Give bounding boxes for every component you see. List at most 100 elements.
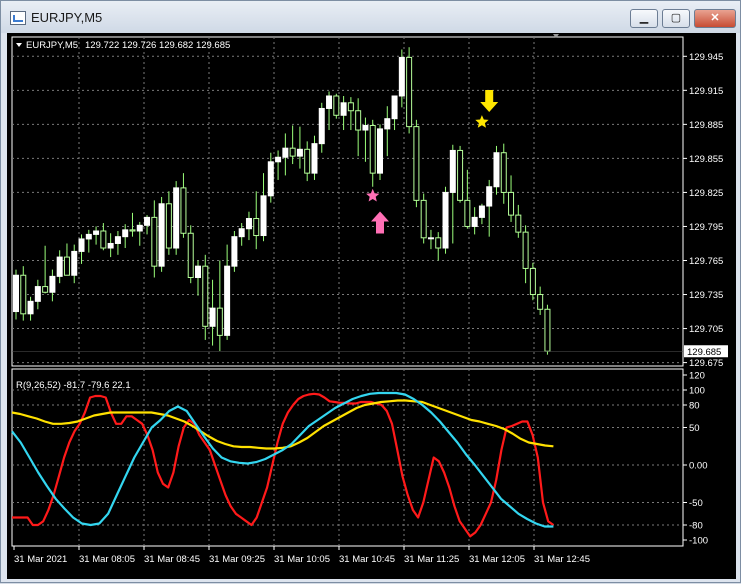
- bull-candle-body: [245, 218, 252, 230]
- indicator-tick-label: 80: [689, 401, 700, 412]
- bear-candle-body: [129, 229, 136, 232]
- bull-candle-body: [34, 286, 41, 302]
- bear-candle-body: [180, 187, 187, 234]
- bear-candle-body: [347, 102, 354, 112]
- chart-window: EURJPY,M5 ▁ ▢ ✕ 129.945 129.915 129.885 129…: [0, 0, 741, 583]
- indicator-tick-label: 120: [689, 371, 705, 382]
- bull-candle-body: [442, 191, 449, 249]
- bull-candle-body: [231, 236, 238, 267]
- bull-candle-body: [85, 233, 92, 240]
- time-tick-label: 31 Mar 12:05: [469, 554, 525, 565]
- bear-candle-body: [464, 199, 471, 227]
- time-tick-label: 31 Mar 10:45: [339, 554, 395, 565]
- candle: [369, 119, 376, 187]
- candle: [93, 226, 100, 245]
- candle: [71, 244, 78, 284]
- candle: [253, 191, 260, 250]
- candle: [493, 145, 500, 195]
- title-bar[interactable]: EURJPY,M5 ▁ ▢ ✕: [1, 1, 740, 33]
- bull-candle-body: [384, 118, 391, 130]
- price-axis: 129.945 129.915 129.885 129.855 129.825 129.7…: [12, 52, 728, 369]
- bear-candle-body: [529, 267, 536, 296]
- bull-candle-body: [195, 265, 201, 279]
- maximize-button[interactable]: ▢: [662, 9, 690, 28]
- candle: [522, 225, 529, 284]
- candle: [78, 234, 85, 264]
- candle: [63, 243, 70, 276]
- indicator-grid: [11, 368, 684, 547]
- bear-candle-body: [20, 274, 27, 315]
- yellow-star-marker: [475, 115, 489, 128]
- bull-candle-body: [275, 156, 282, 163]
- ohlc-label: 129.722 129.726 129.682 129.685: [85, 40, 230, 51]
- bull-candle-body: [398, 56, 405, 97]
- bull-candle-body: [78, 238, 85, 252]
- candle: [173, 181, 180, 255]
- bull-candle-body: [71, 250, 78, 276]
- candle: [347, 97, 354, 131]
- bull-candle-body: [209, 307, 216, 327]
- time-tick-label: 31 Mar 10:05: [274, 554, 330, 565]
- candle: [122, 224, 129, 249]
- symbol-dropdown-icon[interactable]: [16, 43, 22, 47]
- candle: [384, 106, 391, 157]
- candle: [216, 260, 223, 352]
- price-tick-label: 129.855: [689, 154, 723, 165]
- bull-candle-body: [391, 95, 398, 120]
- indicator-tick-label: 100: [689, 386, 705, 397]
- bull-candle-body: [377, 128, 383, 174]
- price-grid: [11, 36, 684, 367]
- close-button[interactable]: ✕: [694, 9, 736, 28]
- candle: [508, 175, 515, 222]
- price-tick-label: 129.765: [689, 256, 723, 267]
- bull-candle-body: [93, 230, 100, 235]
- bear-candle-body: [304, 148, 311, 174]
- pink-up-arrow: [371, 211, 389, 234]
- bull-candle-body: [471, 216, 478, 227]
- candle: [114, 230, 121, 255]
- candle: [500, 143, 507, 204]
- price-tick-label: 129.705: [689, 324, 723, 335]
- candle: [333, 93, 340, 119]
- indicator-tick-label: 50: [689, 423, 700, 434]
- candle: [56, 250, 63, 284]
- bear-candle-body: [289, 147, 296, 157]
- pink-star-marker: [366, 188, 380, 202]
- candle: [231, 230, 238, 272]
- bear-candle-body: [500, 152, 507, 193]
- candle: [442, 186, 449, 254]
- candle: [355, 98, 362, 157]
- candle: [245, 211, 252, 241]
- chart-canvas[interactable]: 129.945 129.915 129.885 129.855 129.825 129.7…: [7, 33, 736, 579]
- candle: [471, 207, 478, 235]
- candle: [202, 254, 209, 340]
- candle: [529, 262, 536, 301]
- candle: [260, 173, 267, 242]
- bear-candle-body: [435, 237, 442, 249]
- bull-candle-body: [340, 102, 347, 116]
- bear-candle-body: [165, 203, 172, 249]
- time-tick-label: 31 Mar 12:45: [534, 554, 590, 565]
- minimize-button[interactable]: ▁: [630, 9, 658, 28]
- symbol-label: EURJPY,M5: [26, 40, 78, 51]
- yellow-down-arrow: [480, 90, 499, 113]
- candle: [187, 225, 194, 284]
- bear-candle-body: [202, 265, 209, 327]
- bear-candle-body: [515, 214, 522, 233]
- bull-candle-body: [27, 300, 34, 315]
- bull-candle-body: [267, 161, 274, 197]
- bull-candle-body: [493, 152, 500, 188]
- candle: [435, 232, 442, 261]
- price-tick-label: 129.735: [689, 290, 723, 301]
- candle: [282, 133, 289, 176]
- bull-candle-body: [318, 107, 325, 145]
- bull-candle-body: [173, 187, 180, 249]
- chart-area[interactable]: 129.945 129.915 129.885 129.855 129.825 129.7…: [7, 33, 736, 579]
- candle: [158, 196, 165, 272]
- bear-candle-body: [406, 56, 413, 128]
- candle: [151, 200, 158, 278]
- time-tick-label: 31 Mar 11:25: [404, 554, 459, 565]
- indicator-tick-label: -80: [689, 521, 703, 532]
- candle: [100, 223, 107, 251]
- candle: [457, 145, 464, 203]
